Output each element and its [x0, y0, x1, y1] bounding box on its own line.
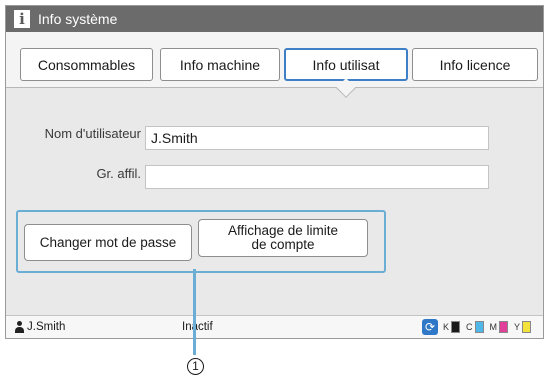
group-label: Gr. affil.	[96, 166, 141, 181]
user-name-label: Nom d'utilisateur	[44, 126, 141, 141]
account-limit-line1: Affichage de limite	[227, 223, 339, 238]
status-user-name: J.Smith	[27, 321, 66, 333]
ink-label-y: Y	[514, 322, 521, 332]
callout-number: 1	[187, 358, 204, 375]
ink-swatch-c	[474, 321, 484, 333]
account-limit-line2: de compte	[251, 237, 315, 252]
tab-user-info[interactable]: Info utilisat	[284, 48, 408, 81]
ink-label-m: M	[489, 322, 498, 332]
user-name-field: J.Smith	[145, 126, 489, 150]
change-password-button[interactable]: Changer mot de passe	[24, 224, 192, 261]
info-system-screen: i Info système Consommables Info machine…	[5, 5, 544, 339]
status-user: J.Smith	[14, 321, 65, 333]
ink-label-c: C	[466, 322, 473, 332]
refresh-icon[interactable]: ⟳	[422, 319, 438, 335]
group-field	[145, 165, 489, 189]
info-icon: i	[14, 10, 30, 28]
account-limit-button[interactable]: Affichage de limite de compte	[198, 219, 368, 257]
user-icon	[14, 321, 25, 333]
tab-bar: Consommables Info machine Info utilisat …	[6, 32, 543, 88]
machine-status: Inactif	[182, 321, 213, 333]
ink-levels: ⟳ K C M Y	[422, 319, 537, 335]
window-title: Info système	[38, 11, 118, 27]
status-bar: J.Smith Inactif ⟳ K C M Y	[6, 315, 543, 338]
ink-swatch-y	[522, 321, 532, 333]
tab-license-info[interactable]: Info licence	[412, 48, 538, 81]
ink-swatch-k	[451, 321, 461, 333]
title-bar: i Info système	[6, 6, 543, 32]
ink-label-k: K	[443, 322, 450, 332]
ink-swatch-m	[499, 321, 509, 333]
tab-machine-info[interactable]: Info machine	[160, 48, 280, 81]
callout-leader-line	[193, 269, 196, 355]
tab-consumables[interactable]: Consommables	[20, 48, 153, 81]
